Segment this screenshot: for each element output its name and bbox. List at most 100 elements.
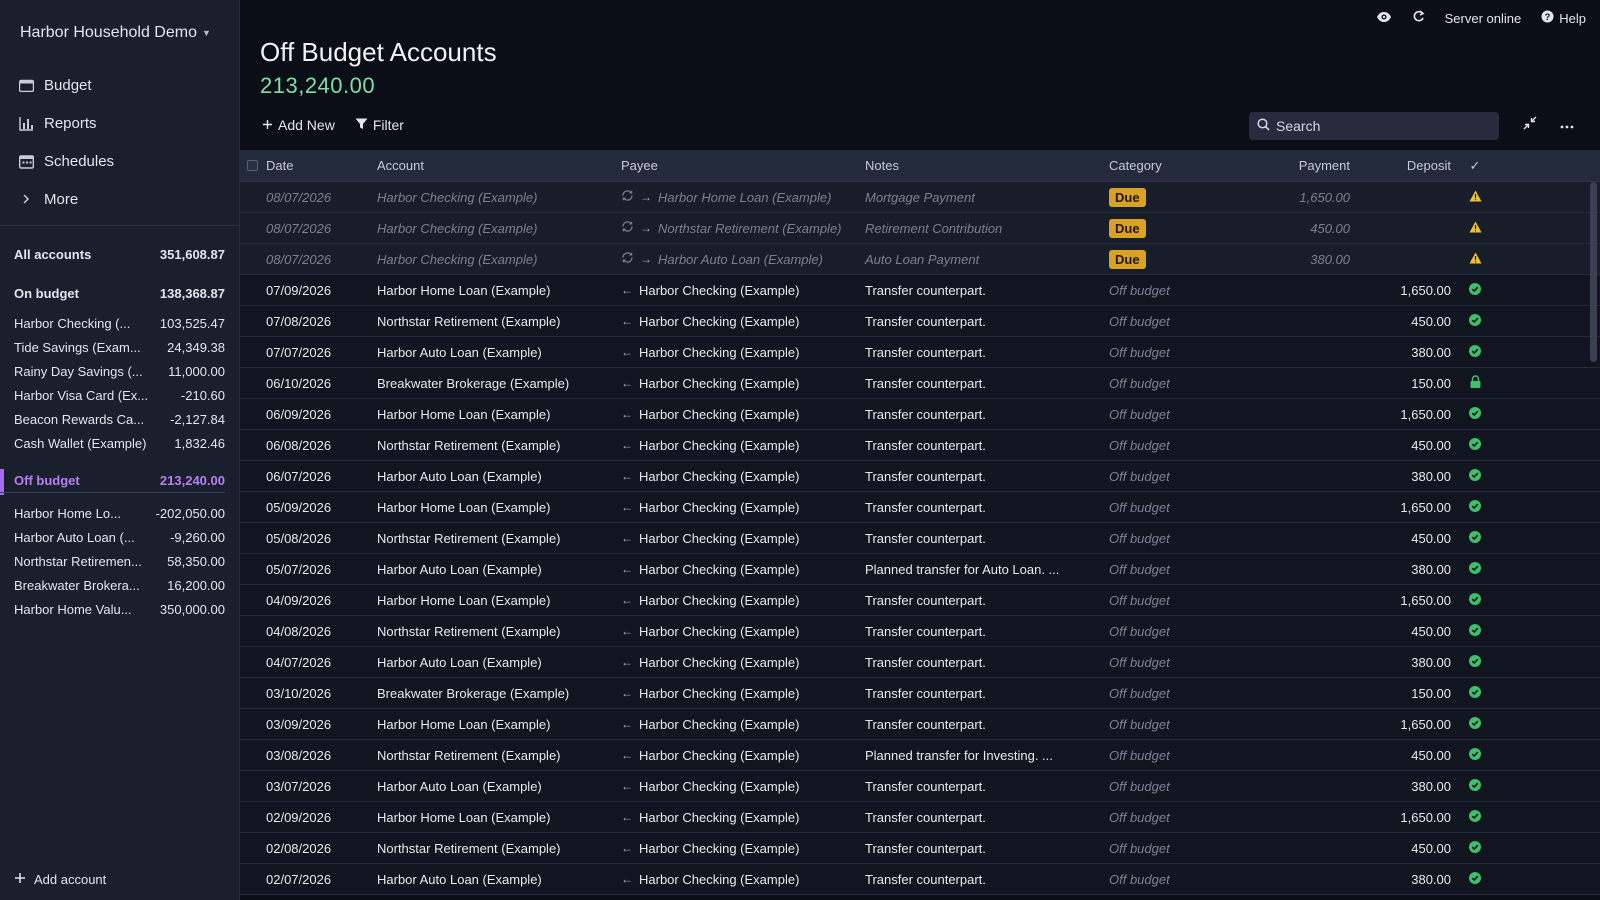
account-item[interactable]: Harbor Auto Loan (... -9,260.00 — [0, 525, 240, 549]
table-row[interactable]: 05/07/2026 Harbor Auto Loan (Example) ← Har… — [240, 554, 1600, 585]
cell-date[interactable]: 08/07/2026 — [264, 252, 374, 267]
cell-deposit[interactable]: 150.00 — [1355, 376, 1455, 391]
cell-status[interactable] — [1455, 716, 1495, 732]
cell-deposit[interactable]: 450.00 — [1355, 624, 1455, 639]
cell-notes[interactable]: Transfer counterpart. — [862, 531, 1106, 546]
cell-category[interactable]: Off budget — [1106, 779, 1246, 794]
account-item[interactable]: Cash Wallet (Example) 1,832.46 — [0, 431, 240, 455]
cell-account[interactable]: Northstar Retirement (Example) — [374, 531, 618, 546]
table-row[interactable]: 04/09/2026 Harbor Home Loan (Example) ← Har… — [240, 585, 1600, 616]
cell-account[interactable]: Northstar Retirement (Example) — [374, 624, 618, 639]
cell-category[interactable]: Off budget — [1106, 314, 1246, 329]
table-row[interactable]: 03/09/2026 Harbor Home Loan (Example) ← Har… — [240, 709, 1600, 740]
cell-payee[interactable]: ← Harbor Checking (Example) — [618, 872, 862, 887]
cell-payment[interactable]: 450.00 — [1246, 221, 1355, 236]
more-options-button[interactable] — [1560, 116, 1574, 132]
cell-notes[interactable]: Transfer counterpart. — [862, 376, 1106, 391]
cell-account[interactable]: Harbor Checking (Example) — [374, 252, 618, 267]
column-notes[interactable]: Notes — [862, 158, 1106, 173]
cell-account[interactable]: Harbor Home Loan (Example) — [374, 810, 618, 825]
cell-notes[interactable]: Transfer counterpart. — [862, 841, 1106, 856]
cleared-check-icon[interactable] — [1469, 530, 1481, 546]
cell-status[interactable] — [1455, 282, 1495, 298]
table-row[interactable]: 03/07/2026 Harbor Auto Loan (Example) ← Har… — [240, 771, 1600, 802]
table-row[interactable]: 05/09/2026 Harbor Home Loan (Example) ← Har… — [240, 492, 1600, 523]
cell-status[interactable] — [1455, 685, 1495, 701]
cell-date[interactable]: 07/08/2026 — [264, 314, 374, 329]
table-row[interactable]: 04/07/2026 Harbor Auto Loan (Example) ← Har… — [240, 647, 1600, 678]
cell-payee[interactable]: ← Harbor Checking (Example) — [618, 841, 862, 856]
cell-date[interactable]: 03/08/2026 — [264, 748, 374, 763]
cell-payee[interactable]: ← Harbor Checking (Example) — [618, 407, 862, 422]
cell-status[interactable] — [1455, 809, 1495, 825]
cell-account[interactable]: Harbor Home Loan (Example) — [374, 407, 618, 422]
cell-deposit[interactable]: 380.00 — [1355, 562, 1455, 577]
add-new-button[interactable]: Add New — [262, 117, 335, 133]
column-cleared[interactable]: ✓ — [1455, 158, 1495, 174]
scrollbar[interactable] — [1590, 182, 1597, 362]
cell-notes[interactable]: Planned transfer for Investing. ... — [862, 748, 1106, 763]
cell-date[interactable]: 08/07/2026 — [264, 190, 374, 205]
account-item[interactable]: Tide Savings (Exam... 24,349.38 — [0, 335, 240, 359]
cell-category[interactable]: Off budget — [1106, 500, 1246, 515]
cell-notes[interactable]: Transfer counterpart. — [862, 624, 1106, 639]
cell-payee[interactable]: ← Harbor Checking (Example) — [618, 686, 862, 701]
cell-payee[interactable]: ← Harbor Checking (Example) — [618, 593, 862, 608]
cell-status[interactable] — [1455, 778, 1495, 794]
cell-date[interactable]: 05/08/2026 — [264, 531, 374, 546]
account-item[interactable]: Harbor Checking (... 103,525.47 — [0, 311, 240, 335]
cell-status[interactable] — [1455, 561, 1495, 577]
cell-status[interactable] — [1455, 375, 1495, 391]
column-date[interactable]: Date — [264, 158, 374, 173]
search-input[interactable] — [1276, 118, 1486, 134]
nav-more[interactable]: More — [18, 180, 114, 218]
cell-payee[interactable]: → Northstar Retirement (Example) — [618, 220, 862, 236]
cell-category[interactable]: Due — [1106, 218, 1246, 238]
cell-account[interactable]: Harbor Home Loan (Example) — [374, 283, 618, 298]
table-row[interactable]: 03/10/2026 Breakwater Brokerage (Example)… — [240, 678, 1600, 709]
sync-button[interactable] — [1412, 10, 1425, 26]
cell-payment[interactable]: 380.00 — [1246, 252, 1355, 267]
cell-payee[interactable]: ← Harbor Checking (Example) — [618, 438, 862, 453]
cell-date[interactable]: 03/09/2026 — [264, 717, 374, 732]
cleared-check-icon[interactable] — [1469, 437, 1481, 453]
cell-status[interactable] — [1455, 592, 1495, 608]
cleared-check-icon[interactable] — [1469, 685, 1481, 701]
cell-category[interactable]: Off budget — [1106, 748, 1246, 763]
cell-account[interactable]: Harbor Home Loan (Example) — [374, 500, 618, 515]
cleared-check-icon[interactable] — [1469, 344, 1481, 360]
cell-date[interactable]: 06/10/2026 — [264, 376, 374, 391]
cell-deposit[interactable]: 380.00 — [1355, 345, 1455, 360]
nav-reports[interactable]: Reports — [18, 104, 114, 142]
column-deposit[interactable]: Deposit — [1355, 158, 1455, 173]
cell-category[interactable]: Off budget — [1106, 841, 1246, 856]
cell-notes[interactable]: Transfer counterpart. — [862, 345, 1106, 360]
column-payee[interactable]: Payee — [618, 158, 862, 173]
table-row[interactable]: 06/08/2026 Northstar Retirement (Example)… — [240, 430, 1600, 461]
collapse-header-button[interactable] — [1523, 116, 1537, 133]
cell-category[interactable]: Off budget — [1106, 717, 1246, 732]
cell-notes[interactable]: Transfer counterpart. — [862, 407, 1106, 422]
cell-payee[interactable]: ← Harbor Checking (Example) — [618, 624, 862, 639]
scheduled-row[interactable]: 08/07/2026 Harbor Checking (Example) → Nort… — [240, 213, 1600, 244]
cleared-check-icon[interactable] — [1469, 716, 1481, 732]
table-row[interactable]: 02/08/2026 Northstar Retirement (Example)… — [240, 833, 1600, 864]
cleared-check-icon[interactable] — [1469, 871, 1481, 887]
cell-notes[interactable]: Transfer counterpart. — [862, 686, 1106, 701]
cell-account[interactable]: Northstar Retirement (Example) — [374, 314, 618, 329]
cell-category[interactable]: Off budget — [1106, 624, 1246, 639]
cell-account[interactable]: Breakwater Brokerage (Example) — [374, 376, 618, 391]
cell-deposit[interactable]: 380.00 — [1355, 779, 1455, 794]
cell-notes[interactable]: Planned transfer for Auto Loan. ... — [862, 562, 1106, 577]
nav-schedules[interactable]: Schedules — [18, 142, 114, 180]
table-row[interactable]: 05/08/2026 Northstar Retirement (Example)… — [240, 523, 1600, 554]
table-row[interactable]: 06/07/2026 Harbor Auto Loan (Example) ← Har… — [240, 461, 1600, 492]
cell-payee[interactable]: ← Harbor Checking (Example) — [618, 810, 862, 825]
cell-date[interactable]: 02/07/2026 — [264, 872, 374, 887]
cell-category[interactable]: Due — [1106, 249, 1246, 269]
cell-status[interactable] — [1455, 871, 1495, 887]
scheduled-row[interactable]: 08/07/2026 Harbor Checking (Example) → Harb… — [240, 182, 1600, 213]
scheduled-row[interactable]: 08/07/2026 Harbor Checking (Example) → Harb… — [240, 244, 1600, 275]
cell-date[interactable]: 05/07/2026 — [264, 562, 374, 577]
cell-payee[interactable]: ← Harbor Checking (Example) — [618, 748, 862, 763]
